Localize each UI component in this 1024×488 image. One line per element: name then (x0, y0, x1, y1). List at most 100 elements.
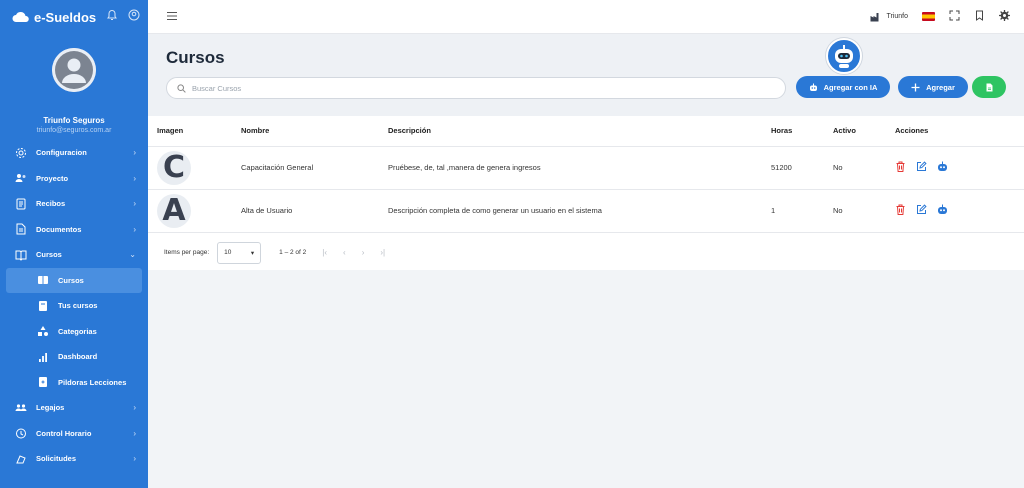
delete-icon[interactable] (895, 161, 906, 174)
tenant-name: Triunfo (886, 13, 908, 20)
course-image: A (157, 193, 191, 228)
receipt-icon (14, 197, 28, 211)
table-row[interactable]: A Alta de Usuario Descripción completa d… (148, 189, 1024, 233)
sidebar-item-solicitudes[interactable]: Solicitudes › (0, 446, 148, 472)
brand-name: e-Sueldos (34, 9, 97, 25)
profile-name: Triunfo Seguros (43, 116, 105, 125)
chevron-right-icon: › (133, 403, 136, 413)
row-actions (895, 161, 1024, 174)
sidebar-item-label: Categorias (58, 326, 97, 336)
user-profile: Triunfo Seguros triunfo@seguros.com.ar (0, 34, 148, 136)
sidebar-item-label: Solicitudes (36, 454, 77, 464)
paginator: Items per page: 10 ▾ 1 – 2 of 2 |‹ ‹ › ›… (148, 233, 1024, 273)
last-page-icon[interactable]: ›| (380, 248, 385, 257)
sidebar-item-label: Tus cursos (58, 301, 98, 311)
add-with-ai-button[interactable]: Agregar con IA (796, 76, 890, 98)
sidebar-item-recibos[interactable]: Recibos › (0, 191, 148, 217)
column-header-name[interactable]: Nombre (241, 116, 388, 147)
book-icon (14, 248, 28, 262)
ai-robot-icon[interactable] (937, 161, 948, 174)
table-row[interactable]: C Capacitación General Pruébese, de, tal… (148, 146, 1024, 190)
sidebar-item-legajos[interactable]: Legajos › (0, 395, 148, 421)
course-hours: 1 (771, 189, 833, 233)
courses-table: Imagen Nombre Descripción Horas Activo A… (148, 116, 1024, 233)
course-name: Alta de Usuario (241, 189, 388, 233)
sidebar-subitem-categorias[interactable]: Categorias (0, 319, 148, 345)
brand-bar: e-Sueldos (0, 0, 148, 34)
search-box[interactable] (166, 77, 786, 99)
sidebar-item-configuracion[interactable]: Configuracion › (0, 140, 148, 166)
factory-icon (870, 13, 879, 22)
chevron-right-icon: › (133, 224, 136, 234)
course-icon (36, 273, 50, 287)
sidebar-subitem-cursos[interactable]: Cursos (6, 267, 142, 293)
bar-chart-icon (36, 350, 50, 364)
bell-icon[interactable] (106, 8, 118, 26)
robot-icon (835, 45, 853, 68)
edit-icon[interactable] (916, 204, 927, 217)
page-size-value: 10 (224, 249, 232, 256)
sidebar-subitem-tus-cursos[interactable]: Tus cursos (0, 293, 148, 319)
ai-assistant-avatar[interactable] (826, 38, 862, 74)
items-per-page-label: Items per page: (164, 249, 210, 256)
cloud-icon (12, 11, 29, 22)
chevron-right-icon: › (133, 454, 136, 464)
previous-page-icon[interactable]: ‹ (343, 248, 346, 257)
my-courses-icon (36, 299, 50, 313)
column-header-hours[interactable]: Horas (771, 116, 833, 147)
sidebar-item-label: Recibos (36, 199, 66, 209)
column-header-active[interactable]: Activo (833, 116, 895, 147)
sidebar-item-label: Cursos (36, 250, 62, 260)
ai-robot-icon[interactable] (937, 204, 948, 217)
avatar[interactable] (52, 48, 96, 92)
bookmark-icon[interactable] (974, 8, 985, 26)
sidebar-item-control-horario[interactable]: Control Horario › (0, 421, 148, 447)
add-with-ai-label: Agregar con IA (823, 82, 878, 92)
sidebar-item-label: Dashboard (58, 352, 98, 362)
courses-table-container: Imagen Nombre Descripción Horas Activo A… (148, 116, 1024, 270)
chevron-right-icon: › (133, 148, 136, 158)
chevron-right-icon: › (133, 173, 136, 183)
document-icon (14, 222, 28, 236)
page-size-select[interactable]: 10 ▾ (217, 241, 262, 264)
sidebar-subitem-pildoras[interactable]: Pildoras Lecciones (0, 370, 148, 396)
column-header-description[interactable]: Descripción (388, 116, 771, 147)
edit-icon[interactable] (916, 161, 927, 174)
dropdown-arrow-icon: ▾ (250, 249, 255, 257)
settings-gear-icon[interactable] (999, 8, 1010, 26)
sidebar: e-Sueldos Triunfo Seguros triunfo@seguro… (0, 0, 148, 488)
profile-email: triunfo@seguros.com.ar (36, 127, 112, 134)
export-excel-button[interactable] (972, 76, 1006, 98)
sidebar-item-label: Cursos (58, 275, 84, 285)
sidebar-item-documentos[interactable]: Documentos › (0, 217, 148, 243)
page-header: Cursos Agregar con IA Agregar (148, 34, 1024, 116)
tenant-selector[interactable]: Triunfo (870, 11, 908, 22)
course-active: No (833, 146, 895, 190)
sidebar-item-label: Configuracion (36, 148, 87, 158)
delete-icon[interactable] (895, 204, 906, 217)
sidebar-item-cursos[interactable]: Cursos ⌄ (0, 242, 148, 268)
search-input[interactable] (192, 83, 752, 93)
hamburger-menu-icon[interactable] (166, 8, 178, 26)
page-range: 1 – 2 of 2 (279, 249, 307, 256)
sidebar-item-label: Control Horario (36, 428, 92, 438)
next-page-icon[interactable]: › (362, 248, 365, 257)
sidebar-item-proyecto[interactable]: Proyecto › (0, 166, 148, 192)
chevron-right-icon: › (133, 199, 136, 209)
add-button[interactable]: Agregar (898, 76, 968, 98)
spain-flag-icon[interactable] (922, 12, 935, 21)
chevron-down-icon: ⌄ (129, 250, 136, 260)
brand-logo[interactable]: e-Sueldos (12, 10, 96, 25)
first-page-icon[interactable]: |‹ (322, 248, 327, 257)
sidebar-subitem-dashboard[interactable]: Dashboard (0, 344, 148, 370)
column-header-image[interactable]: Imagen (148, 116, 241, 147)
course-hours: 51200 (771, 146, 833, 190)
account-circle-icon[interactable] (128, 8, 140, 26)
fullscreen-icon[interactable] (949, 8, 960, 26)
user-avatar-icon (52, 48, 96, 92)
course-name: Capacitación General (241, 146, 388, 190)
robot-small-icon (809, 83, 817, 91)
top-bar: Triunfo (148, 0, 1024, 34)
file-export-icon (986, 83, 992, 91)
gear-icon (14, 146, 28, 160)
